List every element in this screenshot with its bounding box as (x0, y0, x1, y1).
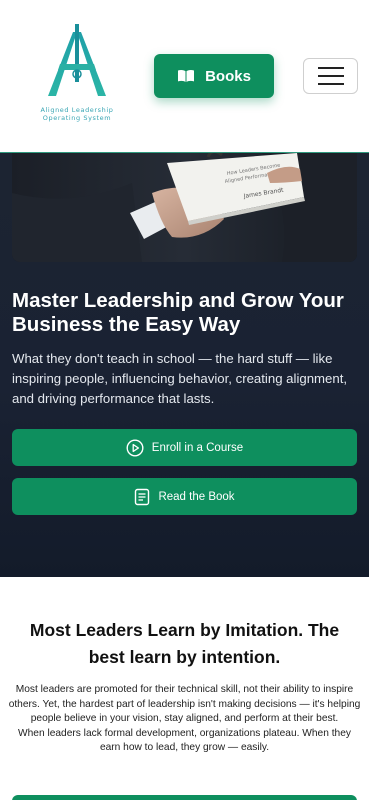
logo-line-1: Aligned Leadership (40, 106, 114, 114)
logo-line-2: Operating System (42, 114, 112, 122)
books-button-label: Books (205, 67, 251, 85)
play-circle-icon (126, 438, 144, 457)
enroll-course-button[interactable]: Enroll in a Course (12, 429, 357, 466)
intro-text: Most leaders are promoted for their tech… (8, 683, 361, 756)
intro-paragraph-2: When leaders lack formal development, or… (18, 727, 351, 754)
intro-title: Most Leaders Learn by Imitation. The bes… (29, 620, 340, 667)
logo-text: Aligned Leadership Operating System (36, 106, 118, 122)
hero-title: Master Leadership and Grow Your Business… (12, 289, 344, 336)
enroll-course-label: Enroll in a Course (151, 441, 244, 454)
hamburger-icon-line (317, 67, 344, 69)
logo-mark-icon (48, 24, 106, 96)
menu-toggle-button[interactable] (303, 58, 358, 94)
read-book-button[interactable]: Read the Book (12, 478, 357, 515)
hamburger-icon-line (317, 75, 344, 77)
next-section-button-partial[interactable] (12, 795, 357, 800)
books-button[interactable]: Books (154, 54, 274, 98)
read-book-label: Read the Book (158, 490, 235, 503)
hero-section: How Leaders Become Aligned Performance J… (0, 153, 369, 577)
hero-image: How Leaders Become Aligned Performance J… (12, 153, 357, 262)
intro-paragraph-1: Most leaders are promoted for their tech… (8, 684, 361, 725)
hamburger-icon-line (317, 83, 344, 85)
site-header: Aligned Leadership Operating System Book… (0, 0, 369, 153)
open-book-icon (178, 69, 195, 82)
hero-subtitle: What they don't teach in school — the ha… (12, 351, 348, 406)
document-icon (135, 488, 150, 505)
logo[interactable]: Aligned Leadership Operating System (36, 24, 118, 128)
hero-photo-book-in-hand: How Leaders Become Aligned Performance J… (12, 153, 357, 262)
